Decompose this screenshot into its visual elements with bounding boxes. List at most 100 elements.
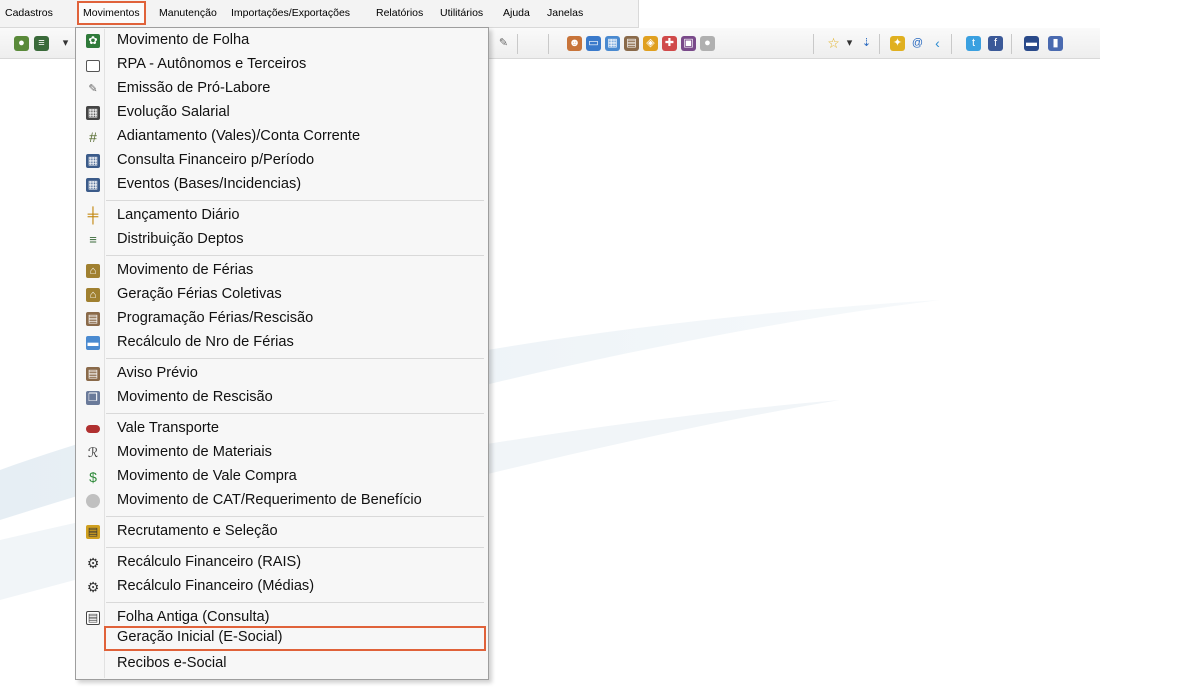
recrutamento-icon: ▤ [86,525,100,539]
menu-item-rpa[interactable]: RPA - Autônomos e Terceiros [78,53,486,77]
evolucao-icon: ▦ [86,106,100,120]
menu-item-label: Aviso Prévio [117,365,198,381]
menu-separator [106,547,484,548]
menu-item-label: Movimento de CAT/Requerimento de Benefíc… [117,492,422,508]
recalculo-icon: ▬ [86,336,100,350]
door-icon[interactable]: ▮ [1048,36,1063,51]
menu-separator [106,358,484,359]
download-icon[interactable]: ⇣ [859,36,874,51]
menu-item-vale-compra[interactable]: $ Movimento de Vale Compra [78,465,486,489]
menu-item-movimento-de-materiais[interactable]: ℛ Movimento de Materiais [78,441,486,465]
twitter-icon[interactable]: t [966,36,981,51]
menu-item-label: Eventos (Bases/Incidencias) [117,176,302,192]
menu-item-label: Recálculo Financeiro (RAIS) [117,554,302,570]
toolbar-separator [1011,34,1012,54]
tool-icon[interactable]: ✦ [890,36,905,51]
wave-icon[interactable]: ‹ [930,36,945,51]
menu-utilitarios[interactable]: Utilitários [440,7,483,19]
menu-janelas[interactable]: Janelas [547,7,583,19]
face-icon[interactable]: ● [700,36,715,51]
menu-item-label: Lançamento Diário [117,207,240,223]
menu-item-label: Distribuição Deptos [117,231,244,247]
menu-relatorios[interactable]: Relatórios [376,7,423,19]
menu-item-label: Adiantamento (Vales)/Conta Corrente [117,128,361,144]
menu-item-label: Movimento de Férias [117,262,254,278]
toolbar-separator [879,34,880,54]
facebook-icon[interactable]: f [988,36,1003,51]
clipboard-icon[interactable]: ▤ [624,36,639,51]
menu-item-eventos[interactable]: ▦ Eventos (Bases/Incidencias) [78,173,486,197]
lock-icon[interactable]: ◈ [643,36,658,51]
menu-item-label: Vale Transporte [117,420,219,436]
bus-icon [86,425,100,433]
menu-item-recrutamento-selecao[interactable]: ▤ Recrutamento e Seleção [78,520,486,544]
rpa-icon [86,60,100,72]
pro-labore-icon[interactable]: ✎ [496,36,511,51]
menu-item-movimento-de-folha[interactable]: ✿ Movimento de Folha [78,29,486,53]
card-icon[interactable]: ▭ [586,36,601,51]
vale-compra-icon: $ [89,469,97,485]
menu-item-label: Movimento de Folha [117,32,250,48]
menu-item-recalculo-medias[interactable]: ⚙ Recálculo Financeiro (Médias) [78,575,486,599]
menu-item-pro-labore[interactable]: ✎ Emissão de Pró-Labore [78,77,486,101]
menu-item-label: Geração Férias Coletivas [117,286,282,302]
rescisao-icon: ❐ [86,391,100,405]
aviso-icon: ▤ [86,367,100,381]
at-icon[interactable]: @ [910,36,925,51]
globe-icon[interactable]: ● [14,36,29,51]
menu-item-label: Folha Antiga (Consulta) [117,609,270,625]
menu-movimentos[interactable]: Movimentos [77,1,146,25]
menu-item-recalculo-rais[interactable]: ⚙ Recálculo Financeiro (RAIS) [78,551,486,575]
menu-item-recibos-esocial[interactable]: Recibos e-Social [78,652,486,676]
monitor-icon[interactable]: ▬ [1024,36,1039,51]
users-icon[interactable]: ☻ [567,36,582,51]
calendar-icon[interactable]: ▦ [605,36,620,51]
menu-item-movimento-de-rescisao[interactable]: ❐ Movimento de Rescisão [78,386,486,410]
menu-item-ferias-coletivas[interactable]: ⌂ Geração Férias Coletivas [78,283,486,307]
menu-item-consulta-financeiro[interactable]: ▦ Consulta Financeiro p/Período [78,149,486,173]
menu-item-lancamento-diario[interactable]: ╪ Lançamento Diário [78,204,486,228]
toolbar-separator [951,34,952,54]
menu-item-aviso-previo[interactable]: ▤ Aviso Prévio [78,362,486,386]
menu-item-label: Emissão de Pró-Labore [117,80,271,96]
toolbar-separator [548,34,549,54]
menu-item-geracao-inicial-esocial[interactable]: Geração Inicial (E-Social) [104,626,486,651]
menu-item-vale-transporte[interactable]: Vale Transporte [78,417,486,441]
menu-separator [106,413,484,414]
printer-icon[interactable]: ▣ [681,36,696,51]
menu-item-movimento-de-ferias[interactable]: ⌂ Movimento de Férias [78,259,486,283]
materiais-icon: ℛ [87,445,99,460]
chevron-down-icon[interactable]: ▾ [58,36,73,51]
menu-item-programacao-ferias[interactable]: ▤ Programação Férias/Rescisão [78,307,486,331]
menu-item-label: Consulta Financeiro p/Período [117,152,315,168]
menu-item-evolucao-salarial[interactable]: ▦ Evolução Salarial [78,101,486,125]
table-icon: ▦ [86,154,100,168]
menu-importacoes-exportacoes[interactable]: Importações/Exportações [231,7,350,19]
menu-item-adiantamento[interactable]: # Adiantamento (Vales)/Conta Corrente [78,125,486,149]
toolbar-separator [813,34,814,54]
menu-item-label: Recálculo de Nro de Férias [117,334,294,350]
programacao-icon: ▤ [86,312,100,326]
distribuicao-icon[interactable]: ≡ [34,36,49,51]
chevron-down-icon[interactable]: ▾ [842,36,857,51]
pro-labore-icon: ✎ [88,83,98,95]
menu-ajuda[interactable]: Ajuda [503,7,530,19]
menubar: Cadastros Movimentos Manutenção Importaç… [0,0,639,28]
toolbar-separator [517,34,518,54]
menu-item-label: Movimento de Vale Compra [117,468,297,484]
star-icon[interactable]: ☆ [826,36,841,51]
menu-item-label: Recálculo Financeiro (Médias) [117,578,315,594]
menu-item-recalculo-ferias[interactable]: ▬ Recálculo de Nro de Férias [78,331,486,355]
menu-cadastros[interactable]: Cadastros [5,7,53,19]
menu-manutencao[interactable]: Manutenção [159,7,217,19]
cat-icon [86,494,100,508]
menu-item-cat-requerimento[interactable]: Movimento de CAT/Requerimento de Benefíc… [78,489,486,513]
puzzle-icon[interactable]: ✚ [662,36,677,51]
folha-antiga-icon: ▤ [86,611,100,625]
menu-separator [106,602,484,603]
movimentos-dropdown-menu: ✿ Movimento de Folha RPA - Autônomos e T… [75,27,489,680]
menu-item-distribuicao-deptos[interactable]: ≡ Distribuição Deptos [78,228,486,252]
menu-item-label: Movimento de Materiais [117,444,272,460]
menu-item-label: Geração Inicial (E-Social) [117,629,283,645]
gear-icon: ⚙ [86,579,100,595]
